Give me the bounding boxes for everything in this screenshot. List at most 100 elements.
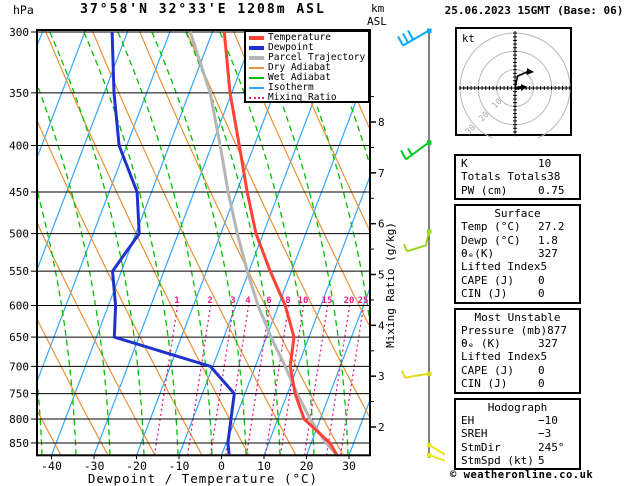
wet-adiabat-lines: [38, 31, 369, 455]
row-label: CIN (J): [461, 287, 508, 301]
svg-text:6: 6: [266, 296, 271, 306]
table-title: Hodograph: [487, 400, 548, 414]
svg-text:7: 7: [378, 167, 385, 180]
table-row: Totals Totals 38: [456, 170, 579, 183]
surface-table: Surface Temp (°C) 27.2 Dewp (°C) 1.8 θₑ(K) 327…: [454, 204, 581, 304]
dewpoint-curve: [110, 31, 236, 455]
svg-text:4: 4: [245, 296, 251, 306]
row-value: −3: [538, 427, 552, 441]
svg-text:25: 25: [358, 296, 369, 306]
storm-motion-vector: [514, 85, 523, 90]
table-row: Dewp (°C) 1.8: [456, 234, 579, 247]
wind-barb: [403, 229, 432, 253]
legend-swatch-icon: [249, 67, 264, 69]
row-label: CAPE (J): [461, 273, 514, 287]
pressure-axis: hPa 300 350 400 450 500 550 600 650 700 750 800 850: [9, 3, 37, 450]
legend-swatch-icon: [249, 87, 264, 89]
skewt-sounding-app: 1 2 3 4 6 8 10 15 20 25 hPa 300 350 400 450 500 550 600 65…: [0, 0, 629, 486]
km-axis: kmASL8765432Mixing Ratio (g/kg): [367, 2, 397, 434]
svg-text:2: 2: [207, 296, 212, 306]
svg-text:hPa: hPa: [13, 3, 34, 17]
legend-swatch-icon: [249, 56, 264, 60]
row-value: 327: [538, 337, 558, 351]
table-row: StmDir 245°: [456, 441, 579, 454]
table-title: Most Unstable: [474, 310, 561, 324]
row-label: SREH: [461, 427, 488, 441]
hodograph-ring-label: 10: [490, 97, 504, 111]
isotherm-lines: [38, 31, 369, 455]
row-label: K: [461, 157, 468, 170]
svg-text:30: 30: [342, 459, 356, 473]
row-label: CIN (J): [461, 377, 508, 391]
row-value: 0.75: [538, 183, 565, 197]
most-unstable-table: Most Unstable Pressure (mb) 877 θₑ (K) 327 Li…: [454, 307, 581, 394]
hodograph-unit-label: kt: [462, 33, 475, 45]
hodograph-ring-label: 30: [464, 123, 478, 137]
row-value: 0: [538, 273, 545, 287]
table-row: CIN (J) 0: [456, 377, 579, 390]
row-value: 327: [538, 247, 558, 261]
indices-panel: K 10 Totals Totals 38 PW (cm) 0.75 Surface Tem…: [454, 154, 581, 474]
row-label: Dewp (°C): [461, 233, 521, 247]
row-value: 0: [538, 377, 545, 391]
svg-text:450: 450: [9, 186, 29, 199]
row-value: 27.2: [538, 220, 565, 234]
svg-text:300: 300: [9, 26, 29, 39]
table-row: θₑ(K) 327: [456, 247, 579, 260]
row-value: −10: [538, 413, 558, 427]
trace-arrowhead: [526, 68, 535, 76]
row-value: 5: [540, 350, 548, 364]
hodograph-plot: 102030 kt: [459, 31, 572, 144]
table-row: θₑ (K) 327: [456, 337, 579, 350]
svg-text:8: 8: [378, 116, 385, 129]
row-label: Temp (°C): [461, 220, 521, 234]
svg-text:700: 700: [9, 360, 29, 373]
row-label: PW (cm): [461, 183, 508, 197]
temperature-axis: -40 -30 -20 -10 0 10 20 30Dewpoint / Temperatur…: [41, 455, 356, 486]
row-value: 38: [547, 170, 561, 184]
indices-table: K 10 Totals Totals 38 PW (cm) 0.75: [454, 154, 581, 201]
row-label: EH: [461, 413, 475, 427]
table-row: CAPE (J) 0: [456, 274, 579, 287]
svg-text:850: 850: [9, 437, 29, 450]
station-title: 37°58'N 32°33'E 1208m ASL: [80, 2, 326, 17]
table-row: Temp (°C) 27.2: [456, 220, 579, 233]
legend-label: Mixing Ratio: [268, 92, 337, 103]
table-row: CIN (J) 0: [456, 287, 579, 300]
svg-text:-40: -40: [41, 459, 62, 473]
datetime-title: 25.06.2023 15GMT (Base: 06): [444, 4, 624, 17]
row-label: CAPE (J): [461, 363, 514, 377]
mixing-ratio-labels: 1 2 3 4 6 8 10 15 20 25: [174, 296, 368, 306]
svg-text:ASL: ASL: [367, 15, 387, 28]
svg-text:15: 15: [322, 296, 333, 306]
background-lines: [38, 31, 369, 455]
svg-text:500: 500: [9, 228, 29, 241]
svg-text:Dewpoint / Temperature (°C): Dewpoint / Temperature (°C): [88, 471, 318, 486]
table-row: CAPE (J) 0: [456, 364, 579, 377]
row-value: 1.8: [538, 233, 558, 247]
hodograph-ring-label: 20: [477, 110, 491, 124]
row-label: θₑ (K): [461, 337, 501, 351]
row-value: 5: [540, 260, 548, 274]
svg-text:20: 20: [344, 296, 355, 306]
legend-swatch-icon: [249, 77, 264, 79]
svg-text:800: 800: [9, 413, 29, 426]
svg-text:350: 350: [9, 87, 29, 100]
table-row: Lifted Index 5: [456, 260, 579, 273]
row-label: StmSpd (kt): [461, 453, 534, 467]
row-value: 0: [538, 363, 545, 377]
svg-text:10: 10: [298, 296, 309, 306]
dry-adiabat-lines: [38, 31, 369, 455]
svg-text:1: 1: [174, 296, 179, 306]
row-label: Totals Totals: [461, 170, 548, 184]
wind-barb: [401, 370, 432, 379]
table-row: StmSpd (kt) 5: [456, 454, 579, 467]
hodograph-panel: 10 20 30 kt: [455, 27, 572, 144]
svg-text:3: 3: [230, 296, 235, 306]
svg-text:2: 2: [378, 421, 385, 434]
svg-text:km: km: [371, 2, 385, 15]
row-value: 0: [538, 287, 545, 301]
row-label: Lifted Index: [461, 350, 541, 364]
row-value: 10: [538, 157, 552, 170]
legend-item: Mixing Ratio: [249, 93, 368, 103]
